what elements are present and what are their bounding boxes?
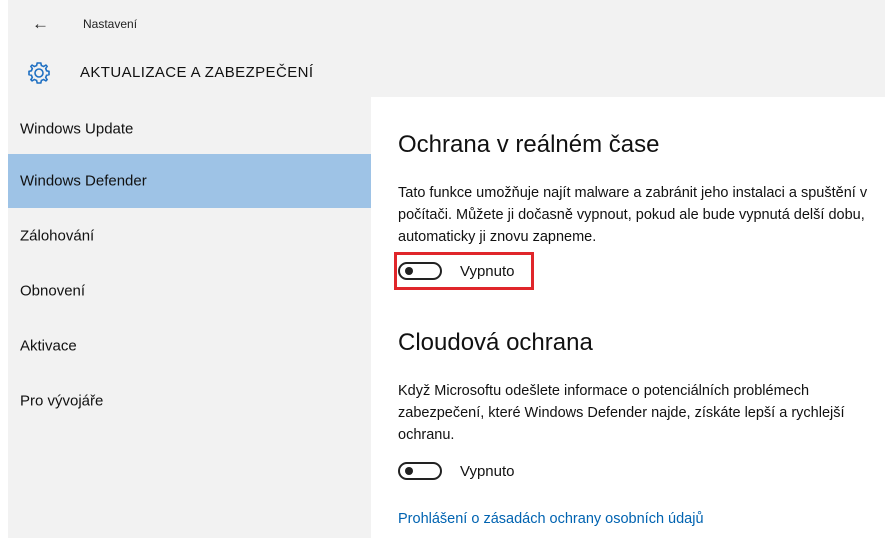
section-title: AKTUALIZACE A ZABEZPEČENÍ	[80, 64, 314, 81]
realtime-protection-toggle[interactable]	[398, 262, 442, 280]
breadcrumb: Nastavení	[83, 17, 138, 31]
cloud-protection-title: Cloudová ochrana	[398, 329, 593, 356]
sidebar-item-pro-vyvojare[interactable]: Pro vývojáře	[8, 374, 371, 428]
sidebar-item-label: Zálohování	[20, 227, 95, 245]
settings-header: ← Nastavení AKTUALIZACE A ZABEZPEČENÍ	[8, 0, 885, 97]
main-content: Ochrana v reálném čase Tato funkce umožň…	[371, 97, 885, 538]
arrow-left-icon[interactable]: ←	[32, 14, 49, 34]
sidebar-item-label: Pro vývojáře	[20, 392, 104, 410]
realtime-protection-title: Ochrana v reálném čase	[398, 131, 660, 158]
sidebar-item-aktivace[interactable]: Aktivace	[8, 319, 371, 373]
sidebar-item-windows-defender[interactable]: Windows Defender	[8, 154, 371, 208]
sidebar-item-label: Windows Defender	[20, 172, 147, 190]
sidebar-item-label: Obnovení	[20, 282, 86, 300]
gear-icon	[28, 62, 50, 84]
privacy-statement-link[interactable]: Prohlášení o zásadách ochrany osobních ú…	[398, 511, 704, 527]
sidebar-item-zalohovani[interactable]: Zálohování	[8, 209, 371, 263]
cloud-toggle-row: Vypnuto	[398, 460, 515, 482]
sidebar: Windows Update Windows Defender Zálohová…	[8, 97, 371, 538]
realtime-toggle-row: Vypnuto	[398, 260, 515, 282]
sidebar-item-obnoveni[interactable]: Obnovení	[8, 264, 371, 318]
realtime-toggle-label: Vypnuto	[460, 262, 515, 280]
sidebar-item-label: Aktivace	[20, 337, 77, 355]
toggle-knob	[405, 267, 413, 275]
toggle-knob	[405, 467, 413, 475]
sidebar-item-label: Windows Update	[20, 120, 134, 138]
cloud-protection-toggle[interactable]	[398, 462, 442, 480]
sidebar-item-windows-update[interactable]: Windows Update	[8, 102, 371, 156]
realtime-protection-description: Tato funkce umožňuje najít malware a zab…	[398, 185, 868, 245]
cloud-toggle-label: Vypnuto	[460, 462, 515, 480]
cloud-protection-description: Když Microsoftu odešlete informace o pot…	[398, 383, 845, 443]
